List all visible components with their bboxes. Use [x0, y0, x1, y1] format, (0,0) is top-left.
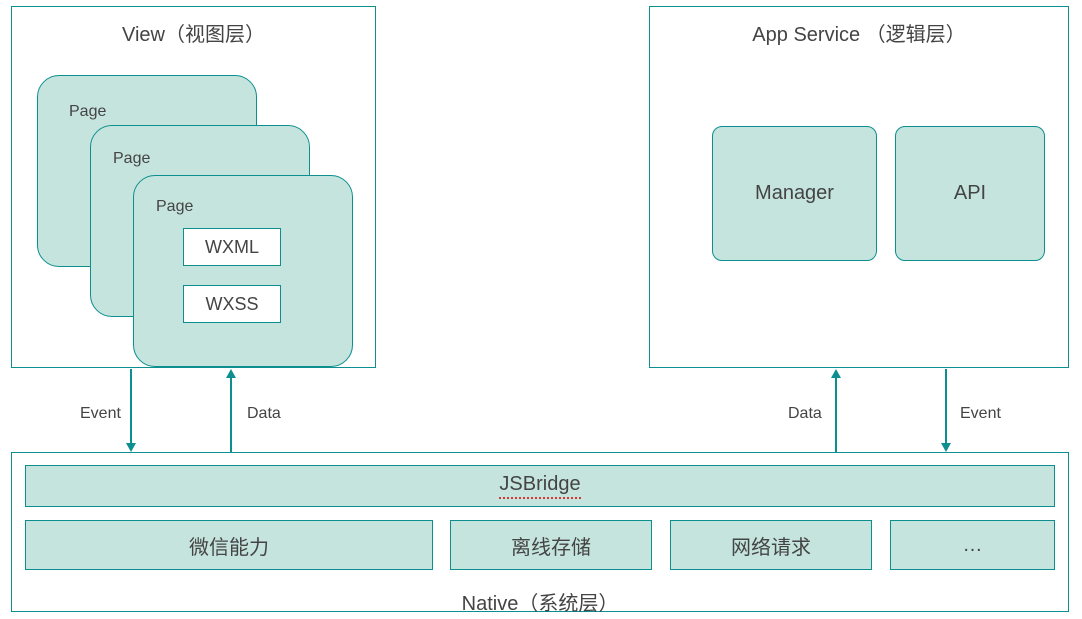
native-layer-title: Native（系统层） [11, 587, 1069, 616]
arrow-service-data-head [831, 369, 841, 378]
arrow-view-data-line [230, 377, 232, 452]
arrow-view-data-label: Data [247, 405, 281, 423]
arrow-view-event-line [130, 369, 132, 444]
api-box: API [895, 126, 1045, 261]
arrow-service-event-label: Event [960, 405, 1001, 423]
app-service-title: App Service （逻辑层） [649, 18, 1069, 47]
page-label-3: Page [156, 198, 193, 216]
arrow-view-data-head [226, 369, 236, 378]
native-more-box: … [890, 520, 1055, 570]
arrow-service-data-line [835, 377, 837, 452]
native-network-box: 网络请求 [670, 520, 872, 570]
wxml-box: WXML [183, 228, 281, 266]
page-label-2: Page [113, 150, 150, 168]
page-label-1: Page [69, 103, 106, 121]
arrow-view-event-head [126, 443, 136, 452]
arrow-service-event-head [941, 443, 951, 452]
view-layer-title: View（视图层） [11, 18, 376, 47]
manager-box: Manager [712, 126, 877, 261]
native-wechat-box: 微信能力 [25, 520, 433, 570]
arrow-view-event-label: Event [80, 405, 121, 423]
arrow-service-data-label: Data [788, 405, 822, 423]
jsbridge-bar: JSBridge [25, 465, 1055, 507]
arrow-service-event-line [945, 369, 947, 444]
jsbridge-label: JSBridge [499, 473, 580, 499]
native-storage-box: 离线存储 [450, 520, 652, 570]
wxss-box: WXSS [183, 285, 281, 323]
